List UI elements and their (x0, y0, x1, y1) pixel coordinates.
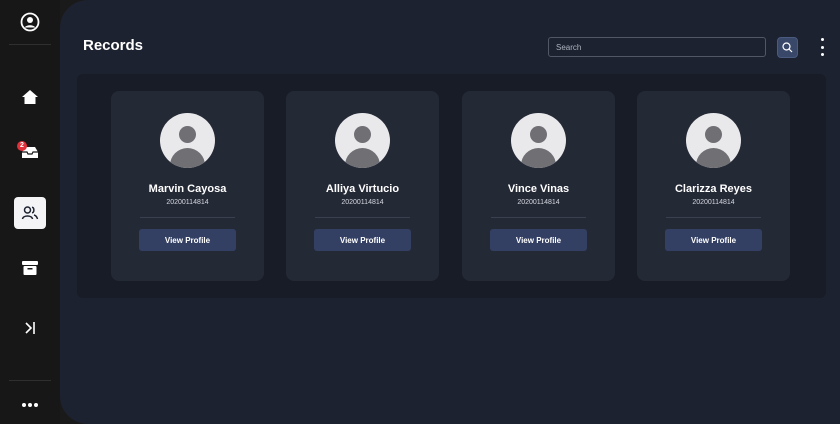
record-card: Marvin Cayosa 20200114814 View Profile (111, 91, 264, 281)
record-card: Vince Vinas 20200114814 View Profile (462, 91, 615, 281)
card-divider (315, 217, 410, 218)
search-input[interactable] (548, 37, 766, 57)
search-button[interactable] (777, 37, 798, 58)
notification-badge: 2 (17, 141, 27, 151)
view-profile-button[interactable]: View Profile (490, 229, 587, 251)
sidebar: 2 (0, 0, 60, 424)
more-options-icon[interactable] (14, 389, 46, 421)
records-panel: Marvin Cayosa 20200114814 View Profile A… (77, 74, 826, 298)
record-card: Alliya Virtucio 20200114814 View Profile (286, 91, 439, 281)
record-id: 20200114814 (166, 199, 209, 206)
page-title: Records (83, 37, 144, 54)
users-icon[interactable] (14, 197, 46, 229)
card-divider (666, 217, 761, 218)
archive-icon[interactable] (14, 252, 46, 284)
record-name: Alliya Virtucio (325, 183, 400, 195)
avatar (511, 113, 566, 168)
sidebar-divider (9, 380, 51, 381)
search-icon (782, 42, 793, 53)
avatar (160, 113, 215, 168)
inbox-icon[interactable]: 2 (14, 136, 46, 168)
record-card: Clarizza Reyes 20200114814 View Profile (637, 91, 790, 281)
record-name: Marvin Cayosa (148, 183, 227, 195)
view-profile-button[interactable]: View Profile (665, 229, 762, 251)
collapse-sidebar-icon[interactable] (14, 312, 46, 344)
record-id: 20200114814 (341, 199, 384, 206)
home-icon[interactable] (14, 81, 46, 113)
main-content: Records Marvin Cayosa 20200114814 View P… (60, 0, 840, 424)
card-divider (140, 217, 235, 218)
view-profile-button[interactable]: View Profile (139, 229, 236, 251)
view-profile-button[interactable]: View Profile (314, 229, 411, 251)
kebab-menu-icon[interactable] (818, 38, 826, 56)
user-circle-icon[interactable] (14, 6, 46, 38)
card-divider (491, 217, 586, 218)
record-name: Clarizza Reyes (674, 183, 753, 195)
record-id: 20200114814 (517, 199, 560, 206)
sidebar-divider (9, 44, 51, 45)
avatar (335, 113, 390, 168)
record-id: 20200114814 (692, 199, 735, 206)
record-name: Vince Vinas (507, 183, 570, 195)
avatar (686, 113, 741, 168)
